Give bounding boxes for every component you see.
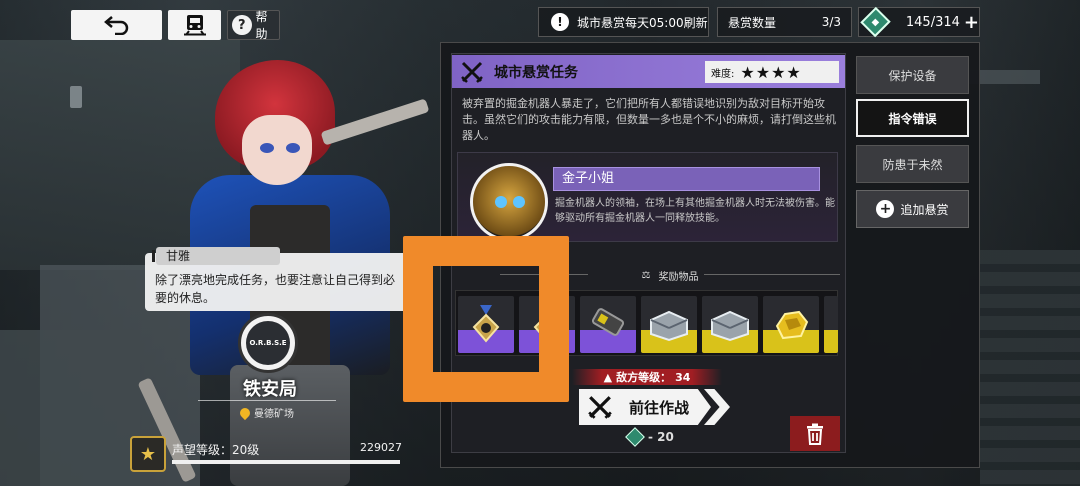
location-pin-icon bbox=[237, 405, 253, 420]
reward-label: 奖励物品 bbox=[658, 271, 699, 283]
faction-location: 曼德矿场 bbox=[237, 405, 294, 420]
difficulty-rating: 难度: ★★★★ bbox=[705, 61, 839, 83]
refresh-text: 城市悬赏每天05:00刷新 bbox=[577, 15, 708, 30]
stamina-gem-icon bbox=[625, 427, 645, 447]
return-arrow-icon bbox=[103, 16, 128, 35]
stamina-currency[interactable]: ◆ 145/314 + bbox=[858, 6, 980, 38]
reputation-label: 声望等级：20级 bbox=[172, 443, 260, 457]
add-bounty-label: 追加悬赏 bbox=[900, 202, 949, 217]
difficulty-stars: ★★★★ bbox=[740, 62, 802, 82]
bounty-label: 悬赏数量 bbox=[728, 15, 777, 30]
highlight-box bbox=[403, 236, 569, 402]
tab-command-error[interactable]: 指令错误 bbox=[856, 99, 969, 137]
reputation-value: 229027 bbox=[360, 441, 402, 454]
enemy-level-banner: ▲ 敌方等级： 34 bbox=[572, 369, 722, 385]
faction-emblem: O.R.B.S.E bbox=[238, 313, 298, 373]
help-button[interactable]: ? 帮助 bbox=[227, 10, 280, 41]
faction-name: 铁安局 bbox=[243, 379, 297, 400]
reputation-badge-icon: ★ bbox=[130, 436, 166, 472]
battle-cost: - 20 bbox=[625, 427, 674, 447]
help-label: 帮助 bbox=[255, 10, 268, 41]
scale-icon: ⚖ bbox=[641, 269, 651, 281]
add-currency-icon[interactable]: + bbox=[964, 12, 979, 33]
battery-icon bbox=[591, 307, 625, 336]
mission-description: 被弃置的掘金机器人暴走了，它们把所有人都错误地识别为敌对目标开始攻击。虽然它们的… bbox=[462, 97, 836, 142]
reward-item-battery[interactable] bbox=[580, 296, 636, 353]
bounty-count-panel: 悬赏数量 3/3 bbox=[717, 7, 852, 37]
location-text: 曼德矿场 bbox=[254, 409, 294, 420]
reputation-progress-fill bbox=[172, 460, 400, 464]
reward-item-crate-2[interactable] bbox=[702, 296, 758, 353]
warning-icon: ! bbox=[551, 13, 569, 31]
difficulty-label: 难度: bbox=[711, 68, 735, 80]
train-icon bbox=[183, 15, 206, 36]
enemy-level-label: 敌方等级： bbox=[616, 371, 672, 384]
plus-icon: + bbox=[876, 200, 895, 218]
dialogue-text: 除了漂亮地完成任务，也要注意让自己得到必要的休息。 bbox=[155, 273, 396, 305]
crossed-swords-icon bbox=[588, 396, 612, 419]
crossed-swords-icon bbox=[461, 61, 483, 83]
warning-triangle-icon: ▲ bbox=[603, 370, 613, 384]
back-button[interactable] bbox=[71, 10, 162, 40]
go-to-battle-button[interactable]: 前往作战 bbox=[579, 389, 711, 425]
enemy-level-value: 34 bbox=[675, 370, 691, 384]
faction-emblem-text: O.R.B.S.E bbox=[246, 321, 290, 365]
boss-name: 金子小姐 bbox=[553, 167, 820, 191]
stamina-gem-icon: ◆ bbox=[860, 6, 891, 38]
help-icon: ? bbox=[232, 15, 252, 35]
refresh-notice: ! 城市悬赏每天05:00刷新 bbox=[538, 7, 709, 37]
delete-bounty-button[interactable] bbox=[790, 416, 840, 451]
add-bounty-button[interactable]: + 追加悬赏 bbox=[856, 190, 969, 228]
speaker-name: 甘雅 bbox=[152, 247, 280, 265]
tab-protect-equipment[interactable]: 保护设备 bbox=[856, 56, 969, 94]
gold-ore-icon bbox=[775, 310, 809, 339]
crate-icon bbox=[650, 310, 688, 341]
train-button[interactable] bbox=[168, 10, 221, 40]
divider bbox=[198, 400, 336, 401]
cost-value: - 20 bbox=[648, 430, 674, 444]
reward-item-crate-1[interactable] bbox=[641, 296, 697, 353]
crate-icon bbox=[711, 310, 749, 341]
tab-prevention[interactable]: 防患于未然 bbox=[856, 145, 969, 183]
reward-item-gold[interactable] bbox=[763, 296, 819, 353]
bounty-count: 3/3 bbox=[821, 15, 841, 29]
go-label: 前往作战 bbox=[629, 398, 690, 417]
trash-icon bbox=[807, 423, 823, 445]
currency-value: 145/314 bbox=[905, 14, 960, 30]
reputation-progress-bar bbox=[172, 460, 400, 464]
boss-avatar[interactable] bbox=[470, 163, 548, 241]
boss-description: 掘金机器人的领袖，在场上有其他掘金机器人时无法被伤害。能够驱动所有掘金机器人一同… bbox=[555, 198, 835, 224]
mission-title: 城市悬赏任务 bbox=[494, 64, 578, 81]
reward-item-partial bbox=[824, 296, 838, 353]
